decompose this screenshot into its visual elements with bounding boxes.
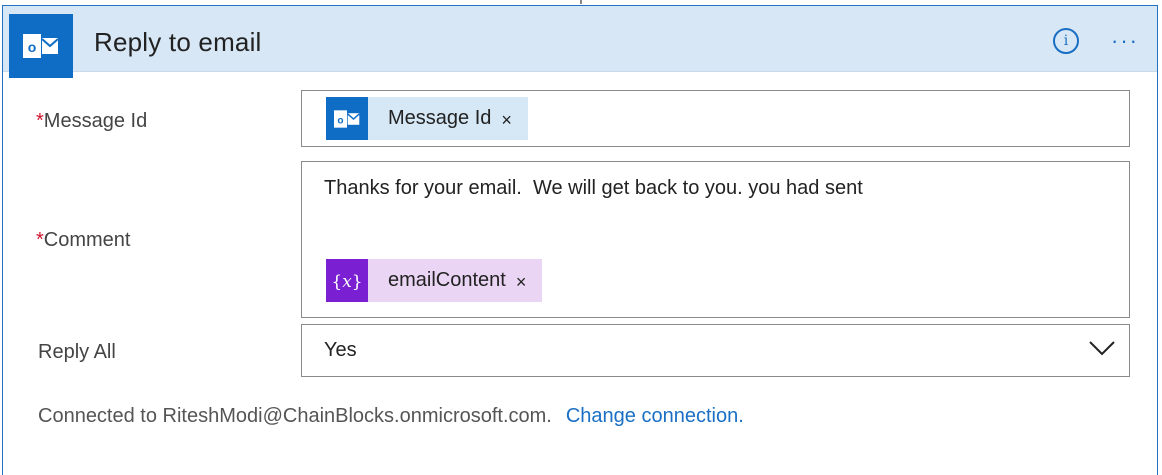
svg-text:o: o bbox=[337, 115, 343, 126]
connection-info: Connected to RiteshModi@ChainBlocks.onmi… bbox=[38, 405, 744, 428]
reply-all-value: Yes bbox=[324, 339, 357, 361]
top-connector bbox=[580, 0, 582, 4]
required-marker: * bbox=[36, 229, 44, 251]
action-card: o Reply to email i ··· *Message Id o Mes… bbox=[2, 5, 1158, 475]
comment-label-text: Comment bbox=[43, 229, 131, 251]
variable-icon: {𝑥} bbox=[326, 259, 368, 302]
card-header[interactable]: o Reply to email i ··· bbox=[3, 6, 1157, 78]
comment-label: *Comment bbox=[36, 229, 131, 252]
card-title: Reply to email bbox=[94, 27, 262, 57]
svg-text:{𝑥}: {𝑥} bbox=[331, 272, 362, 292]
change-connection-link[interactable]: Change connection. bbox=[566, 405, 744, 427]
comment-text[interactable]: Thanks for your email. We will get back … bbox=[324, 177, 863, 200]
outlook-icon: o bbox=[326, 97, 368, 140]
remove-token-icon[interactable]: × bbox=[501, 110, 512, 131]
more-options-icon[interactable]: ··· bbox=[1111, 28, 1145, 54]
connected-text: Connected to RiteshModi@ChainBlocks.onmi… bbox=[38, 405, 552, 427]
reply-all-label: Reply All bbox=[38, 341, 116, 363]
comment-field[interactable]: Thanks for your email. We will get back … bbox=[301, 161, 1130, 318]
remove-token-icon[interactable]: × bbox=[516, 272, 527, 293]
email-content-token[interactable]: {𝑥} emailContent × bbox=[326, 259, 543, 302]
info-icon[interactable]: i bbox=[1053, 28, 1079, 54]
message-id-label-text: Message Id bbox=[43, 110, 148, 132]
outlook-icon: o bbox=[9, 14, 73, 78]
token-label: emailContent bbox=[388, 269, 506, 291]
svg-text:o: o bbox=[28, 39, 37, 55]
message-id-label: *Message Id bbox=[36, 110, 147, 133]
message-id-token[interactable]: o Message Id × bbox=[326, 97, 528, 140]
reply-all-select[interactable]: Yes bbox=[301, 324, 1130, 377]
token-label: Message Id bbox=[388, 107, 492, 129]
required-marker: * bbox=[36, 110, 44, 132]
chevron-down-icon[interactable] bbox=[1089, 339, 1115, 357]
message-id-field[interactable]: o Message Id × bbox=[301, 90, 1130, 147]
